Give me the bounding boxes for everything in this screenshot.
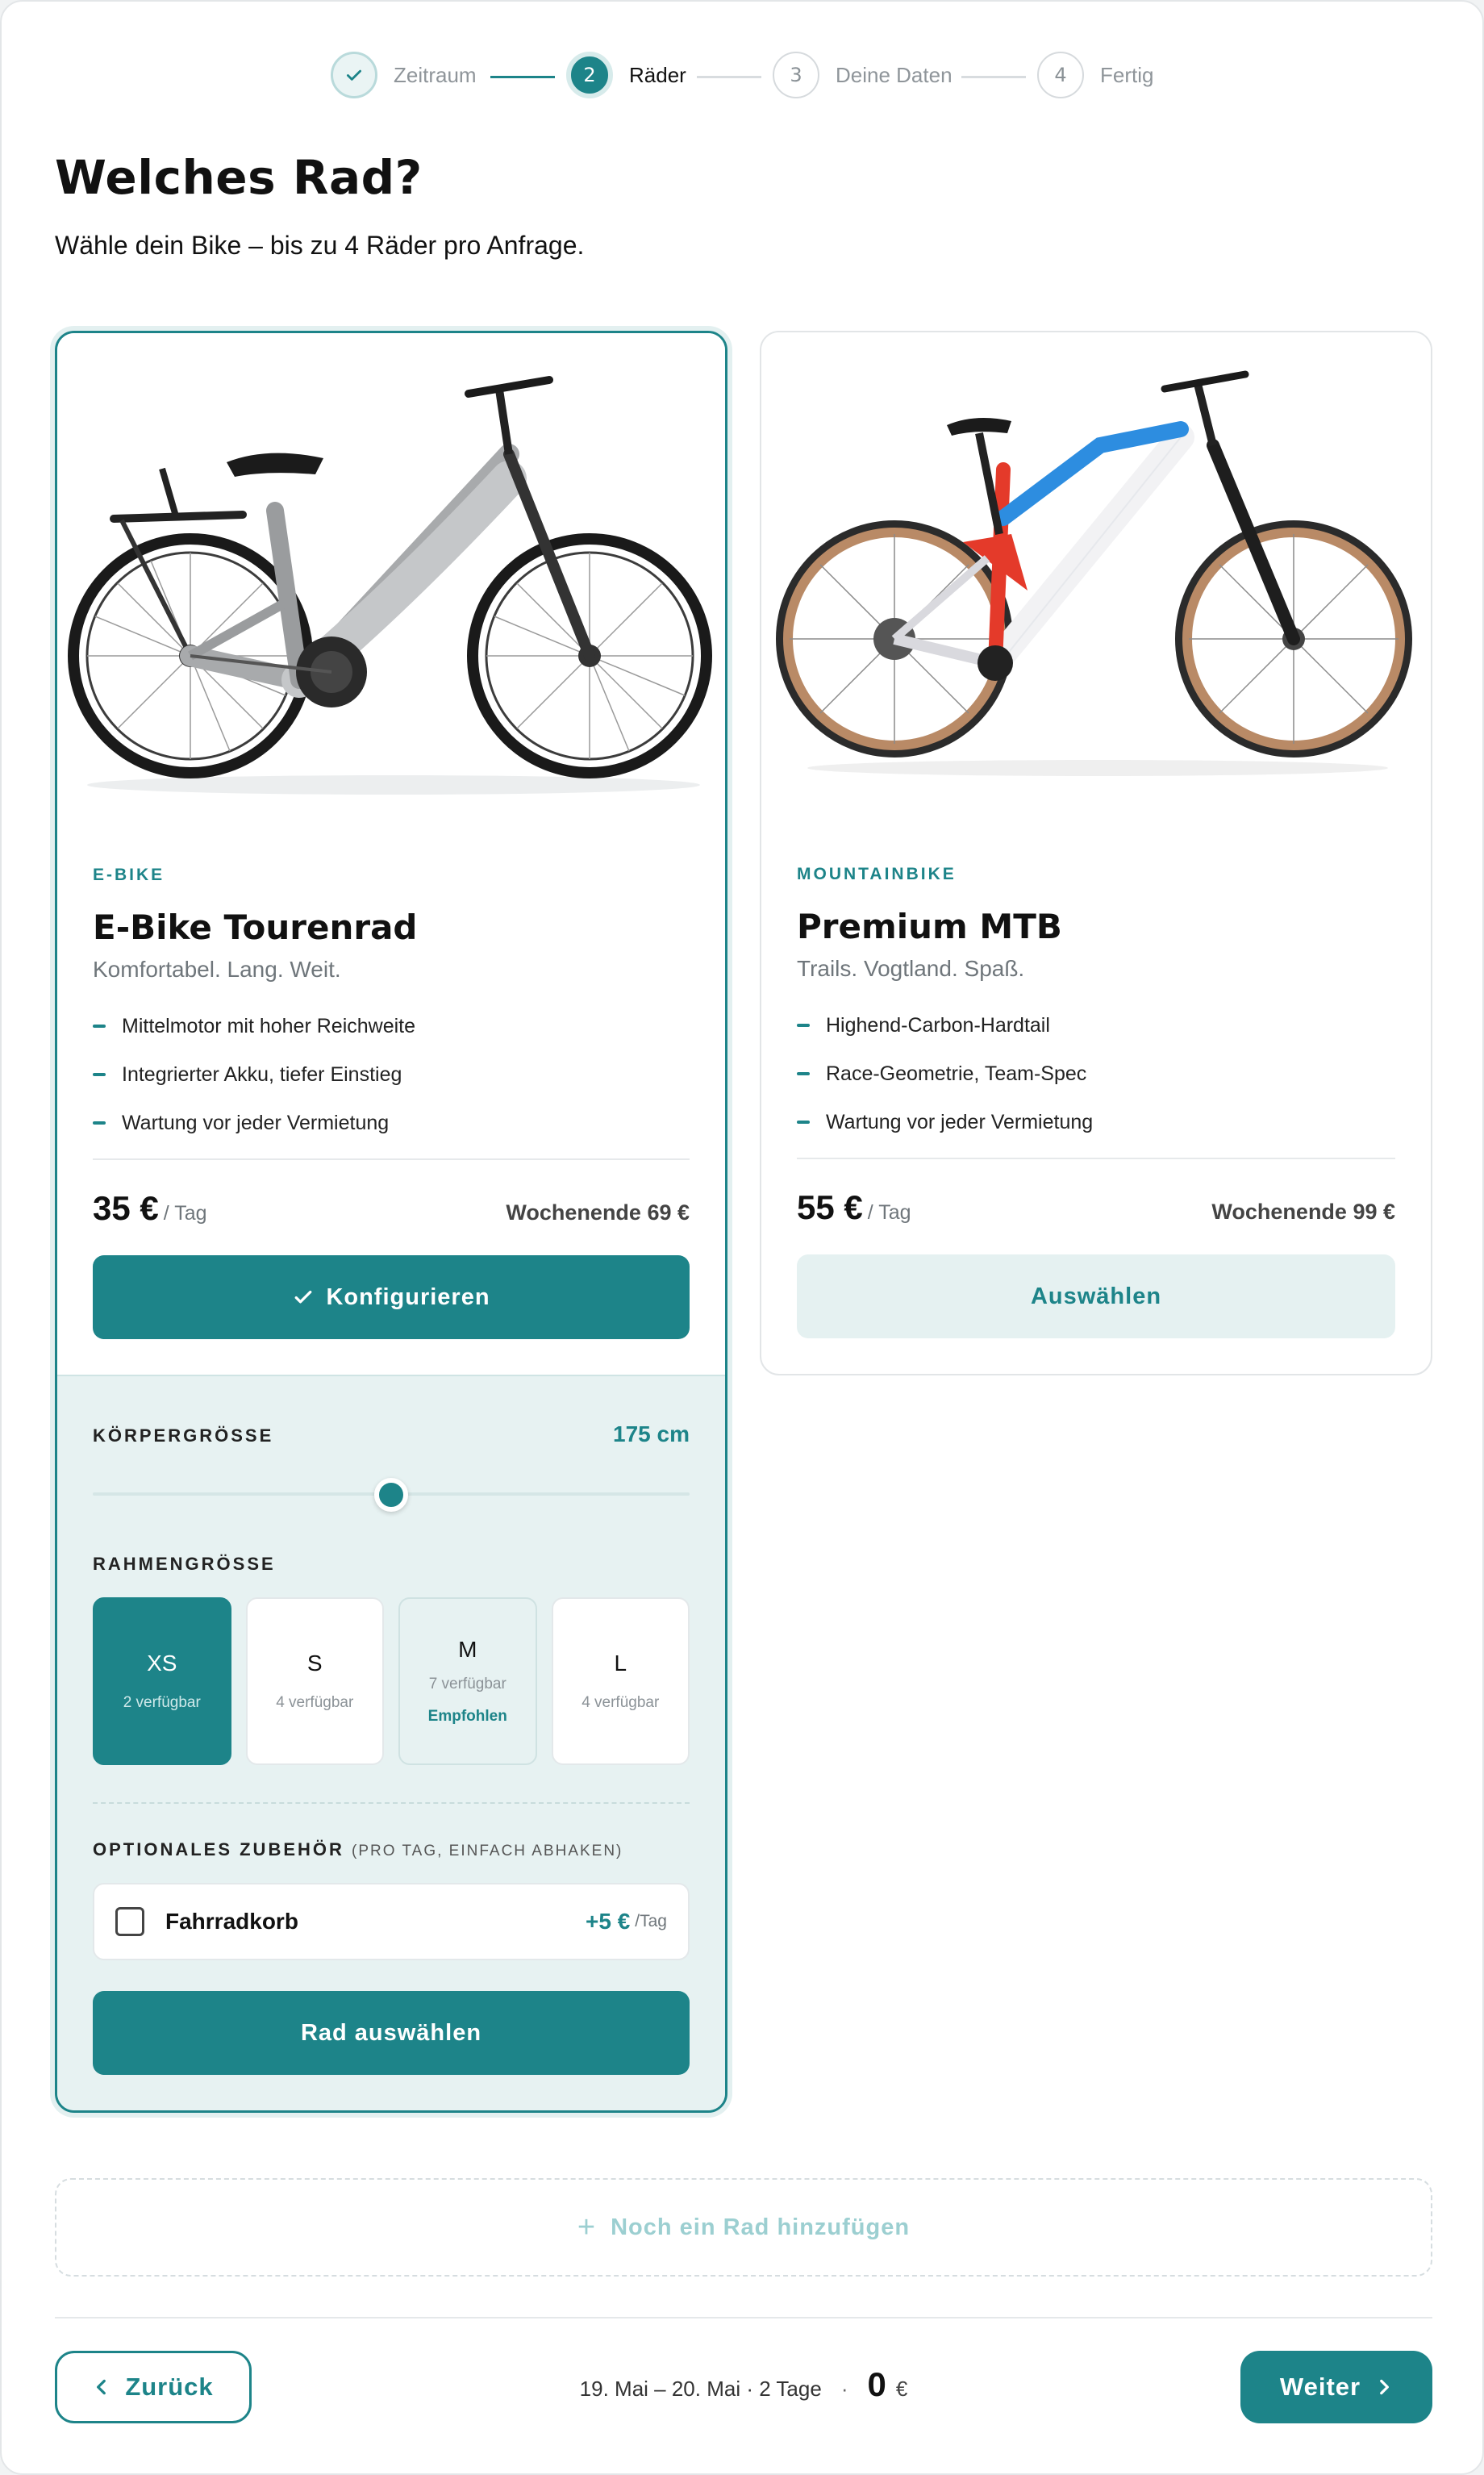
price-per-day: 55 € [797,1188,863,1226]
feature-item: Race-Geometrie, Team-Spec [797,1059,1395,1108]
step-3-label[interactable]: Deine Daten [836,63,953,88]
bike-card-ebike[interactable]: E-BIKE E-Bike Tourenrad Komfortabel. Lan… [55,331,727,2113]
feature-item: Integrierter Akku, tiefer Einstieg [93,1060,690,1108]
height-row: KÖRPERGRÖSSE 175 cm [93,1421,690,1447]
stepper: Zeitraum 2 Räder 3 Deine Daten 4 Fertig [2,50,1484,102]
step-connector [961,76,1026,78]
size-availability: 7 verfügbar [428,1676,506,1692]
accessory-price: +5 € [586,1909,631,1934]
accessory-price-unit: /Tag [635,1912,667,1930]
accessories-label: OPTIONALES ZUBEHÖR (PRO TAG, EINFACH ABH… [93,1839,690,1860]
size-availability: 4 verfügbar [276,1694,354,1711]
bike-image-mtb [761,332,1431,833]
size-name: S [306,1651,323,1676]
bike-title: E-Bike Tourenrad [93,908,418,947]
step-4-label[interactable]: Fertig [1100,63,1153,88]
step-2-label[interactable]: Räder [629,63,686,88]
step-1-check-icon[interactable] [331,52,377,98]
bike-category: E-BIKE [93,866,165,884]
bike-tagline: Trails. Vogtland. Spaß. [797,956,1025,981]
bike-features: Mittelmotor mit hoher Reichweite Integri… [93,1012,690,1157]
feature-item: Wartung vor jeder Vermietung [797,1108,1395,1156]
configure-button[interactable]: Konfigurieren [93,1255,690,1339]
feature-item: Mittelmotor mit hoher Reichweite [93,1012,690,1060]
size-option-m[interactable]: M 7 verfügbar Empfohlen [398,1597,537,1765]
chevron-right-icon [1380,2379,1390,2395]
bike-card-body: MOUNTAINBIKE Premium MTB Trails. Vogtlan… [761,833,1431,1374]
frame-size-label: RAHMENGRÖSSE [93,1554,276,1574]
size-availability: 4 verfügbar [582,1694,660,1711]
summary-separator: · [840,2377,848,2401]
step-1-label[interactable]: Zeitraum [394,63,477,88]
height-label: KÖRPERGRÖSSE [93,1425,274,1446]
summary-currency: € [895,2377,908,2401]
bike-category: MOUNTAINBIKE [797,865,957,883]
step-4-badge[interactable]: 4 [1037,52,1084,98]
size-option-xs[interactable]: XS 2 verfügbar [93,1597,231,1765]
add-bike-button[interactable]: + Noch ein Rad hinzufügen [55,2178,1432,2277]
step-connector [697,76,761,78]
accessories-title: OPTIONALES ZUBEHÖR [93,1839,344,1859]
divider [797,1158,1395,1159]
next-button-label: Weiter [1279,2373,1361,2401]
accessory-checkbox[interactable] [115,1907,144,1936]
bike-features: Highend-Carbon-Hardtail Race-Geometrie, … [797,1011,1395,1156]
step-connector [490,76,555,78]
page-subtitle: Wähle dein Bike – bis zu 4 Räder pro Anf… [55,231,585,260]
booking-frame: Zeitraum 2 Räder 3 Deine Daten 4 Fertig … [0,0,1484,2475]
step-2-badge[interactable]: 2 [566,52,613,98]
bike-tagline: Komfortabel. Lang. Weit. [93,957,341,982]
size-name: M [458,1637,477,1662]
accessories-hint: (PRO TAG, EINFACH ABHAKEN) [352,1843,623,1859]
height-value: 175 cm [613,1421,690,1446]
step-3-badge[interactable]: 3 [773,52,819,98]
size-name: XS [147,1651,177,1676]
size-option-l[interactable]: L 4 verfügbar [551,1597,690,1765]
ebike-illustration [68,376,712,795]
price-unit: / Tag [163,1202,207,1225]
dashed-divider [93,1802,690,1804]
check-icon [347,69,361,81]
page-title: Welches Rad? [55,150,423,205]
accessory-name: Fahrradkorb [165,1909,298,1934]
add-bike-label: Noch ein Rad hinzufügen [611,2214,911,2240]
feature-item: Wartung vor jeder Vermietung [93,1108,690,1157]
configure-button-label: Konfigurieren [326,1283,490,1310]
slider-thumb[interactable] [374,1478,408,1512]
check-icon [295,1290,312,1304]
size-option-s[interactable]: S 4 verfügbar [245,1597,384,1765]
bike-card-body: E-BIKE E-Bike Tourenrad Komfortabel. Lan… [57,833,725,1375]
recommended-badge: Empfohlen [427,1708,507,1725]
footer-divider [55,2317,1432,2318]
summary-dates: 19. Mai – 20. Mai · 2 Tage [579,2377,822,2401]
select-mtb-button-label: Auswählen [1030,1283,1162,1309]
select-mtb-button[interactable]: Auswählen [797,1254,1395,1338]
size-name: L [614,1651,627,1676]
divider [93,1158,690,1160]
weekend-price: Wochenende 99 € [1211,1200,1395,1224]
price-row: 35 € / Tag Wochenende 69 € [93,1189,690,1228]
bike-card-mtb[interactable]: MOUNTAINBIKE Premium MTB Trails. Vogtlan… [760,331,1432,1375]
feature-item: Highend-Carbon-Hardtail [797,1011,1395,1059]
bike-image-ebike [57,333,725,833]
frame-size-options: XS 2 verfügbar S 4 verfügbar M 7 verfügb… [93,1597,690,1765]
select-bike-button-label: Rad auswählen [300,2019,482,2046]
price-row: 55 € / Tag Wochenende 99 € [797,1188,1395,1227]
accessory-item[interactable]: Fahrradkorb +5 €/Tag [93,1883,690,1960]
bike-title: Premium MTB [797,907,1062,946]
weekend-price: Wochenende 69 € [506,1200,690,1225]
price-per-day: 35 € [93,1189,159,1227]
configuration-panel: KÖRPERGRÖSSE 175 cm RAHMENGRÖSSE XS 2 ve… [57,1375,725,2110]
next-button[interactable]: Weiter [1240,2351,1432,2423]
select-bike-button[interactable]: Rad auswählen [93,1991,690,2075]
plus-icon: + [577,2210,597,2244]
summary-total: 0 [867,2365,886,2403]
size-availability: 2 verfügbar [123,1694,201,1711]
mtb-illustration [776,370,1412,776]
price-unit: / Tag [867,1201,911,1224]
height-slider[interactable] [93,1470,690,1518]
